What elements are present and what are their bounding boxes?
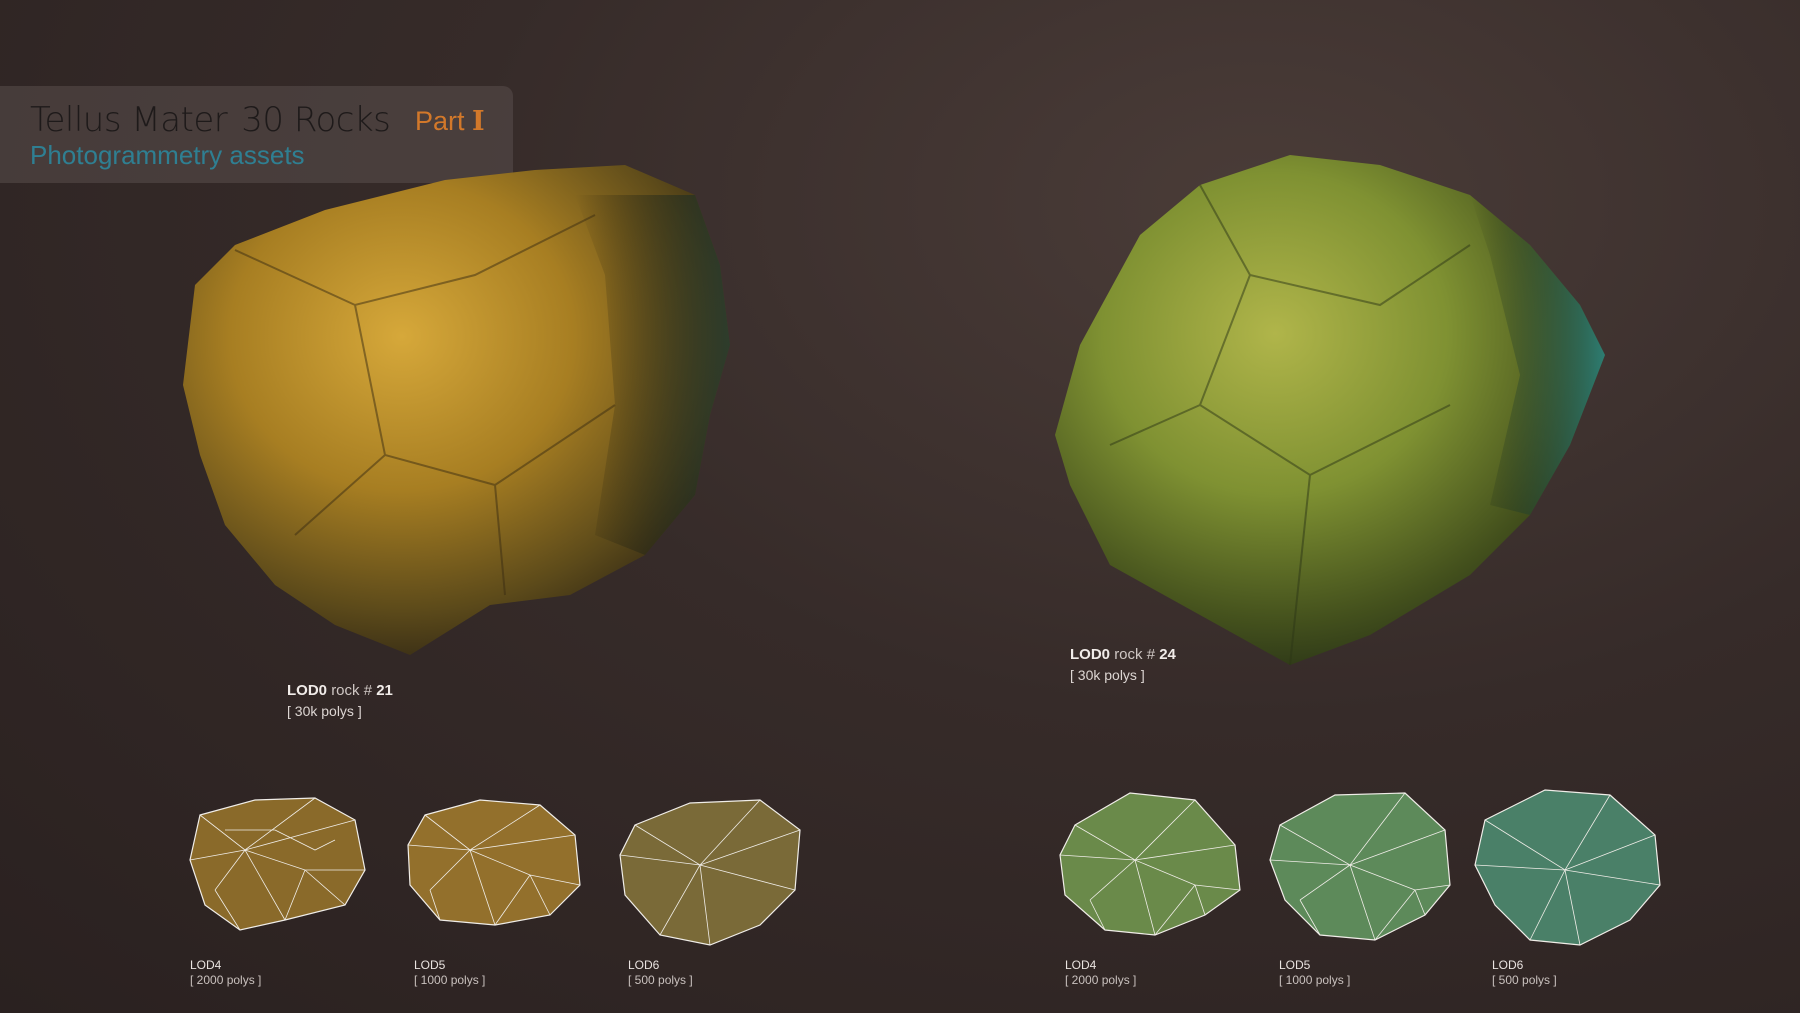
rock-24-lod-label: LOD0 (1070, 646, 1111, 663)
rock-24-lod6-polys: [ 500 polys ] (1492, 973, 1557, 987)
rock-21-lod5-wireframe (400, 795, 585, 935)
rock-24-lod5-label: LOD5 (1279, 958, 1311, 972)
rock-24-lod0-image (1050, 145, 1620, 680)
rock-24-lod4-wireframe (1055, 785, 1245, 945)
rock-24-lod6-caption: LOD6 [ 500 polys ] (1492, 958, 1557, 988)
rock-24-caption: LOD0 rock # 24 [ 30k polys ] (1070, 644, 1176, 686)
rock-21-lod-label: LOD0 (287, 682, 328, 699)
rock-24-lod5-wireframe (1265, 785, 1455, 950)
rock-24-lod5-polys: [ 1000 polys ] (1279, 973, 1351, 987)
rock-24-polys: [ 30k polys ] (1070, 667, 1145, 683)
rock-21-lod6-polys: [ 500 polys ] (628, 973, 693, 987)
rock-21-lod4-label: LOD4 (190, 958, 222, 972)
rock-21-number: 21 (376, 682, 393, 699)
rock-21-caption: LOD0 rock # 21 [ 30k polys ] (287, 680, 393, 722)
rock-24-lod4-polys: [ 2000 polys ] (1065, 973, 1137, 987)
part-label: Part I (415, 106, 485, 137)
title-30-rocks: 30 Rocks (241, 100, 391, 140)
rock-21-lod6-caption: LOD6 [ 500 polys ] (628, 958, 693, 988)
rock-24-lod6-label: LOD6 (1492, 958, 1524, 972)
rock-21-lod6-wireframe (610, 795, 805, 950)
rock-21-lod5-polys: [ 1000 polys ] (414, 973, 486, 987)
rock-24-lod4-caption: LOD4 [ 2000 polys ] (1065, 958, 1136, 988)
page-title: Tellus Mater 30 Rocks (30, 100, 391, 140)
rock-21-lod4-polys: [ 2000 polys ] (190, 973, 262, 987)
part-numeral: I (472, 106, 485, 137)
rock-24-lod6-wireframe (1470, 785, 1665, 955)
rock-21-lod4-wireframe (185, 790, 370, 935)
rock-21-lod6-label: LOD6 (628, 958, 660, 972)
rock-24-rock-label: rock # (1114, 646, 1156, 663)
rock-21-rock-label: rock # (331, 682, 373, 699)
rock-24-lod4-label: LOD4 (1065, 958, 1097, 972)
rock-21-lod4-caption: LOD4 [ 2000 polys ] (190, 958, 261, 988)
rock-21-lod5-label: LOD5 (414, 958, 446, 972)
rock-21-polys: [ 30k polys ] (287, 703, 362, 719)
rock-21-lod0-image (175, 155, 735, 685)
part-text: Part (415, 106, 465, 136)
rock-24-lod5-caption: LOD5 [ 1000 polys ] (1279, 958, 1350, 988)
rock-21-lod5-caption: LOD5 [ 1000 polys ] (414, 958, 485, 988)
rock-24-number: 24 (1159, 646, 1176, 663)
title-tellus-mater: Tellus Mater (30, 100, 228, 140)
